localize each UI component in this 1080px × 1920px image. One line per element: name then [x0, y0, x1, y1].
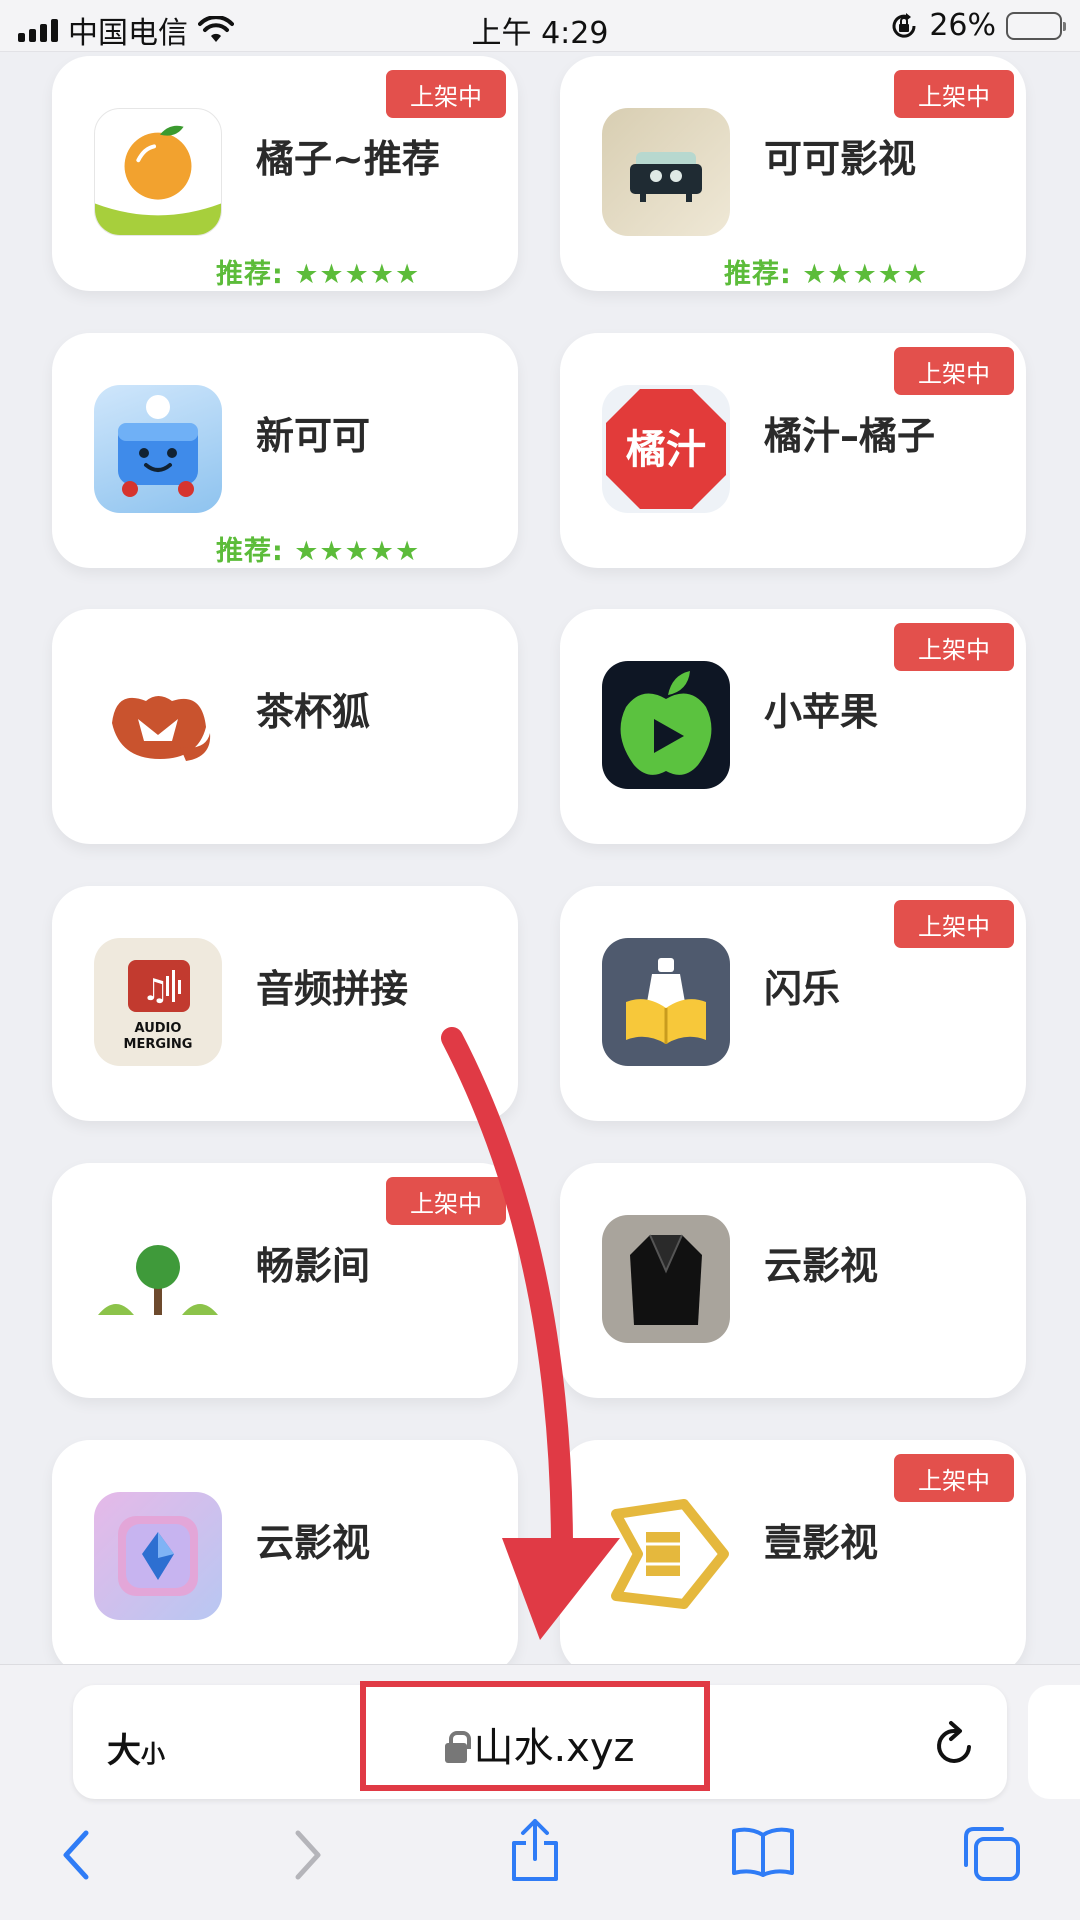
- cooler-mascot-icon: [94, 385, 222, 513]
- app-name: 畅影间: [256, 1244, 371, 1288]
- app-name: 音频拼接: [256, 967, 409, 1011]
- svg-text:MERGING: MERGING: [124, 1037, 193, 1052]
- app-name: 可可影视: [764, 137, 917, 181]
- app-card-keke[interactable]: 上架中 可可影视 推荐: ★★★★★: [560, 56, 1026, 291]
- app-name: 茶杯狐: [256, 690, 371, 734]
- tree-icon: [94, 1215, 222, 1343]
- reload-icon[interactable]: [933, 1719, 977, 1767]
- share-icon[interactable]: [508, 1817, 562, 1885]
- next-tab-peek[interactable]: [1028, 1685, 1080, 1799]
- orange-icon: [94, 108, 222, 236]
- bookmarks-book-icon[interactable]: [730, 1825, 796, 1879]
- status-badge: 上架中: [894, 900, 1014, 948]
- crystal-gem-icon: [94, 1492, 222, 1620]
- status-badge: 上架中: [894, 347, 1014, 395]
- app-card-audio-merging[interactable]: ♫ AUDIO MERGING 音频拼接: [52, 886, 518, 1121]
- app-card-xiaopingguo[interactable]: 上架中 小苹果: [560, 609, 1026, 844]
- app-name: 云影视: [256, 1521, 371, 1565]
- status-badge: 上架中: [386, 70, 506, 118]
- fox-icon: [94, 661, 222, 789]
- app-name: 壹影视: [764, 1521, 879, 1565]
- juzhi-text-icon: 橘汁: [602, 385, 730, 513]
- film-strip-play-icon: [602, 1492, 730, 1620]
- green-apple-play-icon: [602, 661, 730, 789]
- svg-text:♫: ♫: [142, 973, 169, 1008]
- audio-merging-icon: ♫ AUDIO MERGING: [94, 938, 222, 1066]
- rating-stars: 推荐: ★★★★★: [216, 259, 421, 290]
- back-chevron-icon[interactable]: [58, 1825, 92, 1885]
- app-card-juzhi[interactable]: 上架中 橘汁 橘汁–橘子: [560, 333, 1026, 568]
- app-card-shanle[interactable]: 上架中 闪乐: [560, 886, 1026, 1121]
- annotation-highlight-box: [360, 1681, 710, 1791]
- rating-stars: 推荐: ★★★★★: [216, 536, 421, 567]
- app-name: 小苹果: [764, 690, 879, 734]
- app-card-chabeihu[interactable]: 茶杯狐: [52, 609, 518, 844]
- status-badge: 上架中: [386, 1177, 506, 1225]
- app-name: 闪乐: [764, 967, 841, 1011]
- icon-text: 橘汁: [626, 427, 706, 473]
- app-card-yiyingshi[interactable]: 上架中 壹影视: [560, 1440, 1026, 1675]
- orientation-lock-icon: [892, 12, 916, 38]
- retro-tv-icon: [602, 108, 730, 236]
- app-name: 橘汁–橘子: [764, 414, 936, 458]
- status-badge: 上架中: [894, 1454, 1014, 1502]
- app-name: 云影视: [764, 1244, 879, 1288]
- nav-row: [0, 1819, 1080, 1895]
- app-card-xinkeke[interactable]: 新可可 推荐: ★★★★★: [52, 333, 518, 568]
- battery-percent: 26%: [929, 8, 996, 43]
- app-card-yunyingshi-2[interactable]: 云影视: [52, 1440, 518, 1675]
- svg-text:AUDIO: AUDIO: [135, 1021, 182, 1036]
- app-card-changyingjian[interactable]: 上架中 畅影间: [52, 1163, 518, 1398]
- black-jacket-icon: [602, 1215, 730, 1343]
- status-right: 26%: [889, 8, 1066, 43]
- status-badge: 上架中: [894, 623, 1014, 671]
- app-card-yunyingshi-1[interactable]: 云影视: [560, 1163, 1026, 1398]
- status-badge: 上架中: [894, 70, 1014, 118]
- battery-icon: [1006, 11, 1066, 40]
- app-name: 新可可: [256, 414, 371, 458]
- app-card-juzi[interactable]: 上架中 橘子~推荐 推荐: ★★★★★: [52, 56, 518, 291]
- rating-stars: 推荐: ★★★★★: [724, 259, 929, 290]
- tabs-icon[interactable]: [960, 1825, 1022, 1883]
- status-bar: 中国电信 上午 4:29 26%: [0, 0, 1080, 52]
- app-name: 橘子~推荐: [256, 137, 440, 181]
- forward-chevron-icon[interactable]: [292, 1825, 326, 1885]
- book-bottle-icon: [602, 938, 730, 1066]
